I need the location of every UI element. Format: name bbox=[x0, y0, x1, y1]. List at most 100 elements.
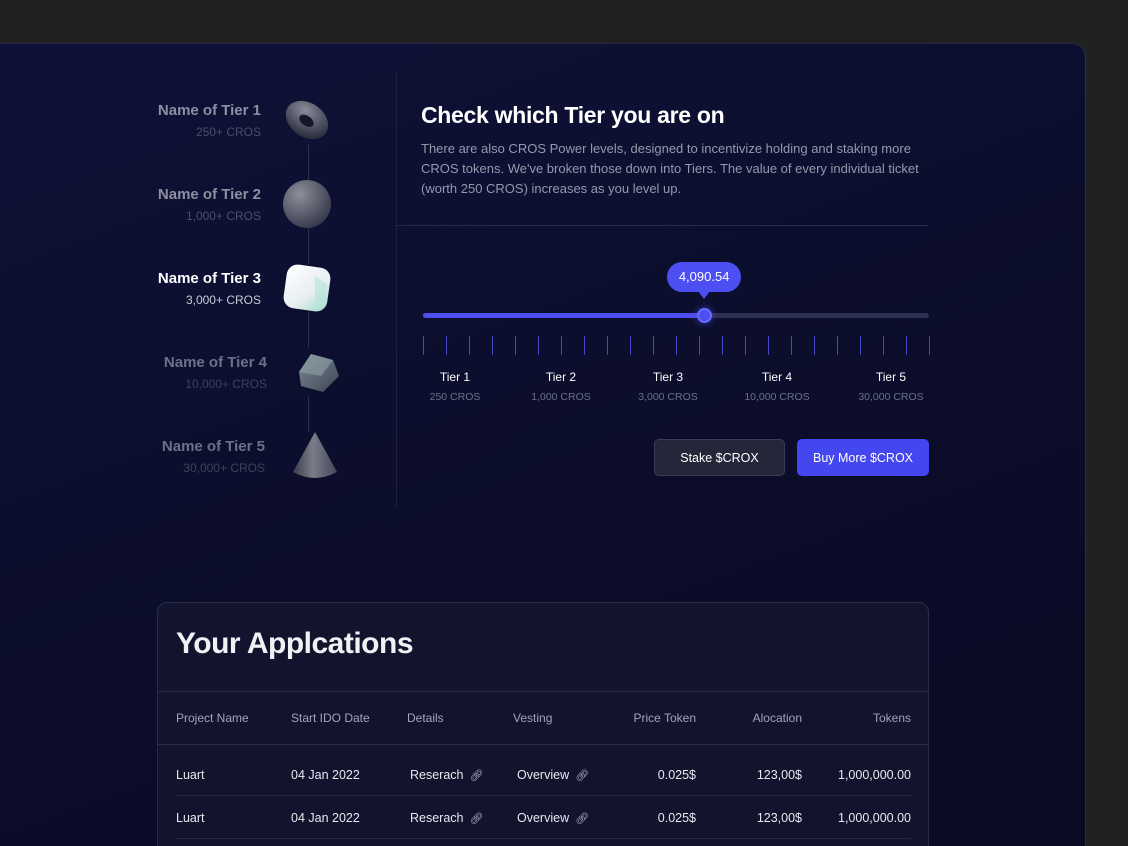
tier-slider-fill bbox=[423, 313, 705, 318]
card-divider bbox=[158, 691, 928, 692]
slider-tick bbox=[722, 336, 723, 355]
tier-item-5[interactable]: Name of Tier 5 30,000+ CROS bbox=[137, 432, 337, 498]
slider-tick bbox=[469, 336, 470, 355]
tier-requirement: 1,000+ CROS bbox=[185, 209, 261, 223]
tier-name: Name of Tier 1 bbox=[157, 102, 261, 119]
slider-tick bbox=[791, 336, 792, 355]
tier-requirement: 30,000+ CROS bbox=[183, 461, 265, 475]
tier-slider-handle[interactable] bbox=[696, 308, 712, 323]
milestone-label: Tier 2 bbox=[545, 370, 577, 384]
column-header: Project Name bbox=[176, 711, 249, 725]
slider-tick bbox=[630, 336, 631, 355]
slider-tick bbox=[676, 336, 677, 355]
column-header: Alocation bbox=[752, 711, 802, 725]
milestone-label: Tier 1 bbox=[439, 370, 471, 384]
slider-value-badge: 4,090.54 bbox=[666, 262, 742, 292]
tier-requirement: 10,000+ CROS bbox=[185, 377, 267, 391]
tier-item-3[interactable]: Name of Tier 3 3,000+ CROS bbox=[133, 264, 333, 330]
vesting-link-label: Overview bbox=[517, 811, 570, 825]
tier-milestone-3: Tier 3 3,000 CROS bbox=[608, 370, 728, 403]
tier-milestone-4: Tier 4 10,000 CROS bbox=[717, 370, 837, 403]
row-divider bbox=[176, 838, 911, 839]
tier-milestone-1: Tier 1 250 CROS bbox=[395, 370, 515, 403]
link-icon: 🔗︎ bbox=[575, 813, 590, 825]
slider-tick bbox=[653, 336, 654, 355]
section-divider bbox=[396, 72, 397, 507]
allocation-cell: 123,00$ bbox=[756, 811, 802, 825]
slider-tick bbox=[492, 336, 493, 355]
slider-tick bbox=[561, 336, 562, 355]
vesting-link[interactable]: Overview 🔗︎ bbox=[517, 767, 589, 784]
page-description: There are also CROS Power levels, design… bbox=[421, 141, 919, 196]
stake-button[interactable]: Stake $CROX bbox=[654, 439, 785, 476]
link-icon: 🔗︎ bbox=[575, 770, 590, 782]
tier-panel: Name of Tier 1 250+ CROS Name of Tier 2 … bbox=[0, 43, 1086, 846]
column-header: Details bbox=[407, 711, 444, 725]
tier-requirement: 3,000+ CROS bbox=[185, 293, 261, 307]
price-token-cell: 0.025$ bbox=[657, 768, 696, 782]
column-header: Tokens bbox=[872, 711, 911, 725]
tier-requirement: 250+ CROS bbox=[195, 125, 261, 139]
milestone-label: Tier 4 bbox=[761, 370, 793, 384]
slider-tick bbox=[515, 336, 516, 355]
slider-tick bbox=[929, 336, 930, 355]
slider-tick bbox=[423, 336, 424, 355]
column-header: Vesting bbox=[513, 711, 553, 725]
torus-icon bbox=[285, 100, 329, 140]
buy-more-button[interactable]: Buy More $CROX bbox=[797, 439, 929, 476]
details-link-label: Reserach bbox=[410, 811, 464, 825]
applications-title: Your Applcations bbox=[176, 627, 414, 660]
slider-tick bbox=[607, 336, 608, 355]
project-name-cell: Luart bbox=[176, 811, 205, 825]
tier-slider-track[interactable] bbox=[423, 313, 929, 318]
vesting-link-label: Overview bbox=[517, 768, 570, 782]
slider-tick bbox=[768, 336, 769, 355]
slider-tick bbox=[906, 336, 907, 355]
table-row: Luart 04 Jan 2022 Reserach 🔗︎ Overview 🔗︎ … bbox=[158, 810, 928, 846]
milestone-value: 3,000 CROS bbox=[638, 391, 698, 403]
milestone-label: Tier 5 bbox=[875, 370, 907, 384]
link-icon: 🔗︎ bbox=[469, 770, 484, 782]
tier-name: Name of Tier 2 bbox=[157, 186, 261, 203]
project-name-cell: Luart bbox=[176, 768, 205, 782]
sphere-icon bbox=[283, 180, 331, 228]
slider-tick bbox=[860, 336, 861, 355]
tokens-cell: 1,000,000.00 bbox=[838, 768, 911, 782]
column-header: Start IDO Date bbox=[291, 711, 370, 725]
milestone-value: 250 CROS bbox=[429, 391, 481, 403]
prism-icon bbox=[299, 354, 339, 392]
slider-tick bbox=[538, 336, 539, 355]
cone-icon bbox=[293, 432, 337, 478]
milestone-value: 10,000 CROS bbox=[744, 391, 810, 403]
column-header: Price Token bbox=[633, 711, 696, 725]
tier-item-1[interactable]: Name of Tier 1 250+ CROS bbox=[133, 100, 333, 162]
table-row: Luart 04 Jan 2022 Reserach 🔗︎ Overview 🔗︎ … bbox=[158, 767, 928, 811]
tier-item-2[interactable]: Name of Tier 2 1,000+ CROS bbox=[133, 180, 333, 246]
tokens-cell: 1,000,000.00 bbox=[838, 811, 911, 825]
tier-item-4[interactable]: Name of Tier 4 10,000+ CROS bbox=[139, 354, 339, 414]
table-header-divider bbox=[158, 744, 928, 745]
slider-tick bbox=[745, 336, 746, 355]
milestone-label: Tier 3 bbox=[652, 370, 684, 384]
tier-name: Name of Tier 5 bbox=[161, 438, 265, 455]
slider-tick bbox=[584, 336, 585, 355]
slider-tick bbox=[446, 336, 447, 355]
header-divider bbox=[397, 225, 928, 226]
slider-tick bbox=[699, 336, 700, 355]
ido-date-cell: 04 Jan 2022 bbox=[291, 811, 360, 825]
details-link-label: Reserach bbox=[410, 768, 464, 782]
ido-date-cell: 04 Jan 2022 bbox=[291, 768, 360, 782]
slider-tick bbox=[814, 336, 815, 355]
row-divider bbox=[176, 795, 911, 796]
milestone-value: 30,000 CROS bbox=[858, 391, 924, 403]
vesting-link[interactable]: Overview 🔗︎ bbox=[517, 810, 589, 827]
allocation-cell: 123,00$ bbox=[756, 768, 802, 782]
cube-icon bbox=[283, 264, 331, 312]
milestone-value: 1,000 CROS bbox=[531, 391, 591, 403]
tier-name: Name of Tier 4 bbox=[163, 354, 267, 371]
slider-tick bbox=[883, 336, 884, 355]
details-link[interactable]: Reserach 🔗︎ bbox=[410, 810, 483, 827]
link-icon: 🔗︎ bbox=[469, 813, 484, 825]
slider-ticks bbox=[423, 336, 931, 355]
details-link[interactable]: Reserach 🔗︎ bbox=[410, 767, 483, 784]
